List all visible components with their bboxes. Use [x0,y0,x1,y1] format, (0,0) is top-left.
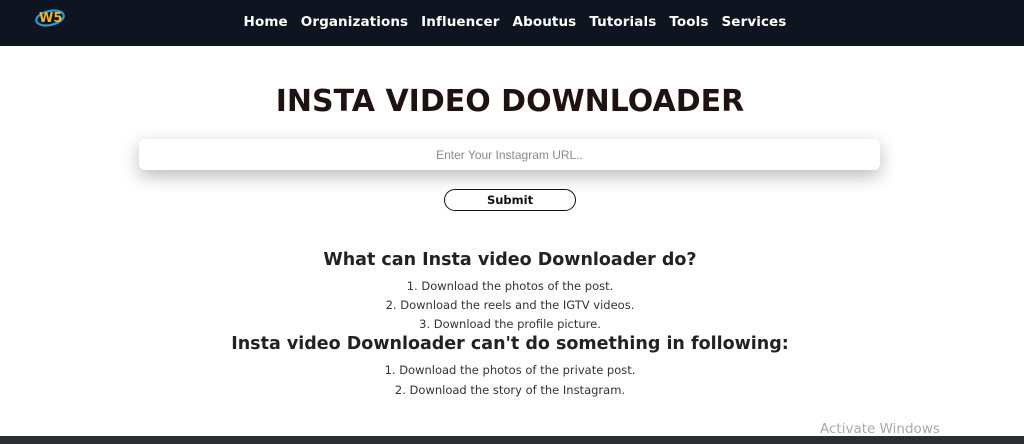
page-title: INSTA VIDEO DOWNLOADER [275,84,745,119]
submit-button[interactable]: Submit [444,189,576,211]
can-do-item: 1. Download the photos of the post. [406,279,614,293]
top-navbar: W5 Home Organizations Influencer Aboutus… [0,0,1024,46]
nav-link-services[interactable]: Services [715,14,793,30]
nav-link-tutorials[interactable]: Tutorials [583,14,663,30]
nav-links: Home Organizations Influencer Aboutus Tu… [0,0,1024,44]
nav-link-influencer[interactable]: Influencer [415,14,506,30]
nav-link-organizations[interactable]: Organizations [294,14,414,30]
activate-windows-watermark: Activate Windows [820,421,940,437]
cant-do-heading: Insta video Downloader can't do somethin… [231,334,789,354]
nav-link-aboutus[interactable]: Aboutus [506,14,583,30]
can-do-heading: What can Insta video Downloader do? [323,250,697,270]
nav-link-tools[interactable]: Tools [663,14,715,30]
instagram-url-input[interactable] [139,139,880,170]
can-do-item: 2. Download the reels and the IGTV video… [385,298,635,312]
cant-do-item: 2. Download the story of the Instagram. [394,383,626,397]
cant-do-item: 1. Download the photos of the private po… [384,363,636,377]
nav-link-home[interactable]: Home [237,14,294,30]
can-do-item: 3. Download the profile picture. [419,317,601,331]
footer-bar [0,436,1024,444]
